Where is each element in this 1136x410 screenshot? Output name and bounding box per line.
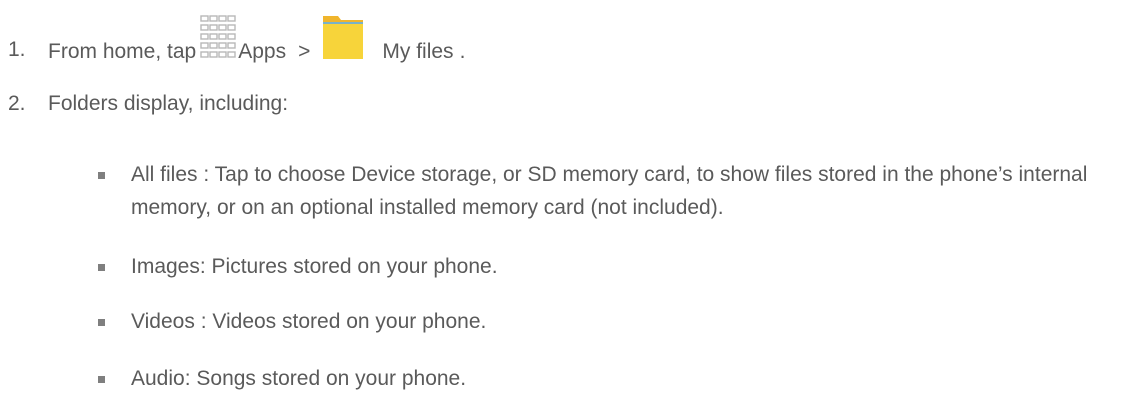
bullet-marker	[98, 319, 105, 326]
folder-description: : Videos stored on your phone.	[200, 310, 487, 333]
step-1: 1. From home, tap Apps > My files .	[0, 2, 1136, 66]
step-content: Folders display, including:	[48, 92, 288, 116]
folder-description: : Pictures stored on your phone.	[199, 255, 498, 278]
folder-name: Videos	[131, 310, 195, 333]
bullet-marker	[98, 376, 105, 383]
folder-description: : Tap to choose Device storage, or SD me…	[131, 163, 1088, 219]
bullet-marker	[98, 172, 105, 179]
step-period: .	[459, 40, 466, 63]
list-item-text: Images: Pictures stored on your phone.	[131, 250, 1131, 283]
step-number: 2.	[8, 92, 26, 115]
step-content: From home, tap Apps > My files .	[48, 12, 465, 64]
list-item-text: Audio: Songs stored on your phone.	[131, 362, 1131, 395]
folder-name: Audio	[131, 367, 185, 390]
folder-name: All files	[131, 163, 198, 186]
folder-icon	[322, 12, 364, 60]
list-item-text: Videos : Videos stored on your phone.	[131, 305, 1131, 338]
step-text-before: From home, tap	[48, 40, 197, 63]
folder-description: : Songs stored on your phone.	[184, 367, 467, 390]
step-number: 1.	[8, 38, 26, 61]
step-2: 2. Folders display, including:	[0, 92, 1136, 122]
step-text: Folders display, including:	[48, 92, 289, 115]
apps-label: Apps	[238, 40, 287, 63]
list-item-text: All files : Tap to choose Device storage…	[131, 158, 1131, 224]
folder-name: Images	[131, 255, 200, 278]
step-separator: >	[298, 40, 311, 63]
bullet-marker	[98, 264, 105, 271]
apps-grid-icon	[200, 14, 236, 60]
my-files-label: My files	[382, 40, 454, 63]
